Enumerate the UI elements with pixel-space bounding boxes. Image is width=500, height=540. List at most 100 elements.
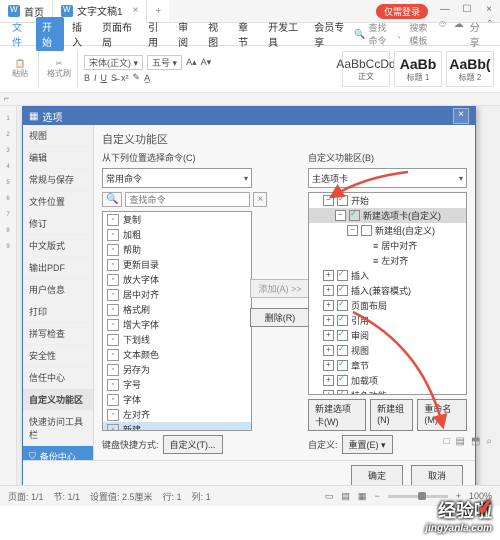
expand-icon[interactable]: − — [347, 225, 358, 236]
view-web-icon[interactable]: ▦ — [358, 491, 367, 502]
tree-node[interactable]: +页面布局 — [309, 298, 466, 313]
command-item[interactable]: ▫下划线 — [103, 332, 251, 347]
status-section[interactable]: 节: 1/1 — [54, 490, 81, 503]
command-item[interactable]: ▫文本颜色 — [103, 347, 251, 362]
style-body[interactable]: AaBbCcDd正文 — [342, 51, 390, 87]
commands-list[interactable]: ▫复制▫加粗▫帮助▫更新目录▫放大字体▫居中对齐▫格式刷▫增大字体▫下划线▫文本… — [102, 211, 252, 431]
tree-node[interactable]: +章节 — [309, 358, 466, 373]
tree-node[interactable]: +视图 — [309, 343, 466, 358]
command-item[interactable]: ▫新建 — [103, 422, 251, 431]
checkbox[interactable] — [361, 225, 372, 236]
cancel-button[interactable]: 取消 — [411, 465, 463, 486]
ruler-tab-icon[interactable]: ⌐ — [4, 93, 9, 103]
nav-item[interactable]: 用户信息 — [23, 279, 93, 301]
checkbox[interactable] — [337, 315, 348, 326]
dialog-titlebar[interactable]: ▦ 选项 × — [23, 107, 475, 125]
tree-node[interactable]: −开始 — [309, 193, 466, 208]
size-combo[interactable]: 五号 ▾ — [147, 55, 182, 70]
tree-node[interactable]: ≡居中对齐 — [309, 238, 466, 253]
nav-item[interactable]: 打印 — [23, 301, 93, 323]
tree-node[interactable]: +审阅 — [309, 328, 466, 343]
tree-node[interactable]: −新建选项卡(自定义) — [309, 208, 466, 223]
expand-icon[interactable]: − — [335, 210, 346, 221]
ribbon-tree[interactable]: −开始−新建选项卡(自定义)−新建组(自定义)≡居中对齐≡左对齐+插入+插入(兼… — [308, 192, 467, 395]
tool-icon[interactable]: ⬒ — [471, 436, 480, 452]
underline-icon[interactable]: U — [101, 73, 108, 83]
command-item[interactable]: ▫另存为 — [103, 362, 251, 377]
nav-item[interactable]: 安全性 — [23, 345, 93, 367]
login-button[interactable]: 仅需登录 — [376, 4, 428, 19]
status-col[interactable]: 列: 1 — [192, 490, 211, 503]
nav-item[interactable]: 输出PDF — [23, 257, 93, 279]
expand-icon[interactable]: + — [323, 300, 334, 311]
command-item[interactable]: ▫字号 — [103, 377, 251, 392]
view-print-icon[interactable]: ▭ — [325, 491, 334, 502]
nav-item[interactable]: 文件位置 — [23, 191, 93, 213]
tree-node[interactable]: +插入 — [309, 268, 466, 283]
smile-icon[interactable]: ☺ — [437, 19, 447, 49]
font-combo[interactable]: 宋体(正文) ▾ — [84, 55, 143, 70]
grow-font-icon[interactable]: A▴ — [186, 57, 197, 68]
status-pos[interactable]: 设置值: 2.5厘米 — [90, 490, 153, 503]
cut-icon[interactable]: ✂ — [56, 59, 63, 68]
bold-icon[interactable]: B — [84, 73, 90, 83]
paste-icon[interactable]: 📋 — [15, 59, 25, 68]
tree-node[interactable]: +插入(兼容模式) — [309, 283, 466, 298]
expand-icon[interactable]: + — [323, 315, 334, 326]
tree-node[interactable]: −新建组(自定义) — [309, 223, 466, 238]
window-max-icon[interactable]: ☐ — [460, 4, 474, 18]
nav-item[interactable]: 视图 — [23, 125, 93, 147]
expand-icon[interactable]: + — [323, 360, 334, 371]
nav-item[interactable]: 常规与保存 — [23, 169, 93, 191]
command-item[interactable]: ▫更新目录 — [103, 257, 251, 272]
remove-button[interactable]: 删除(R) — [250, 308, 310, 327]
expand-icon[interactable]: + — [323, 285, 334, 296]
nav-item[interactable]: 修订 — [23, 213, 93, 235]
italic-icon[interactable]: I — [94, 73, 97, 83]
rename-button[interactable]: 重命名(M)... — [417, 399, 467, 431]
command-item[interactable]: ▫居中对齐 — [103, 287, 251, 302]
ribbon-combo[interactable]: 主选项卡▾ — [308, 168, 467, 188]
command-item[interactable]: ▫左对齐 — [103, 407, 251, 422]
checkbox[interactable] — [337, 195, 348, 206]
window-close-icon[interactable]: × — [482, 4, 496, 18]
tool-icon[interactable]: □ — [443, 436, 449, 452]
checkbox[interactable] — [337, 300, 348, 311]
tree-node[interactable]: +引用 — [309, 313, 466, 328]
tool-icon[interactable]: ▤ — [455, 436, 464, 452]
new-group-button[interactable]: 新建组(N) — [370, 399, 413, 431]
tree-node[interactable]: +特色功能 — [309, 388, 466, 395]
zoom-out-icon[interactable]: − — [374, 491, 379, 501]
checkbox[interactable] — [337, 285, 348, 296]
shrink-font-icon[interactable]: A▾ — [201, 57, 212, 68]
commands-combo[interactable]: 常用命令▾ — [102, 168, 252, 188]
share-icon[interactable]: 分享 — [470, 19, 480, 49]
checkbox[interactable] — [337, 390, 348, 395]
checkbox[interactable] — [337, 330, 348, 341]
new-tab-button[interactable]: 新建选项卡(W) — [308, 399, 366, 431]
command-item[interactable]: ▫帮助 — [103, 242, 251, 257]
expand-icon[interactable]: + — [323, 330, 334, 341]
expand-icon[interactable]: + — [323, 375, 334, 386]
nav-item[interactable]: 中文版式 — [23, 235, 93, 257]
checkbox[interactable] — [337, 360, 348, 371]
style-h2[interactable]: AaBb(标题 2 — [446, 51, 494, 87]
tree-node[interactable]: ≡左对齐 — [309, 253, 466, 268]
command-item[interactable]: ▫复制 — [103, 212, 251, 227]
expand-icon[interactable]: − — [323, 195, 334, 206]
view-read-icon[interactable]: ▤ — [341, 491, 350, 502]
ok-button[interactable]: 确定 — [351, 465, 403, 486]
command-item[interactable]: ▫增大字体 — [103, 317, 251, 332]
command-item[interactable]: ▫放大字体 — [103, 272, 251, 287]
highlight-icon[interactable]: ✎ — [133, 72, 141, 83]
checkbox[interactable] — [337, 345, 348, 356]
cloud-icon[interactable]: ☁ — [454, 19, 464, 49]
command-item[interactable]: ▫加粗 — [103, 227, 251, 242]
style-h1[interactable]: AaBb标题 1 — [394, 51, 442, 87]
window-min-icon[interactable]: — — [438, 4, 452, 18]
strike-icon[interactable]: S̶ — [111, 73, 117, 83]
checkbox[interactable] — [337, 375, 348, 386]
expand-icon[interactable]: + — [323, 390, 334, 395]
nav-item[interactable]: 编辑 — [23, 147, 93, 169]
checkbox[interactable] — [349, 210, 360, 221]
